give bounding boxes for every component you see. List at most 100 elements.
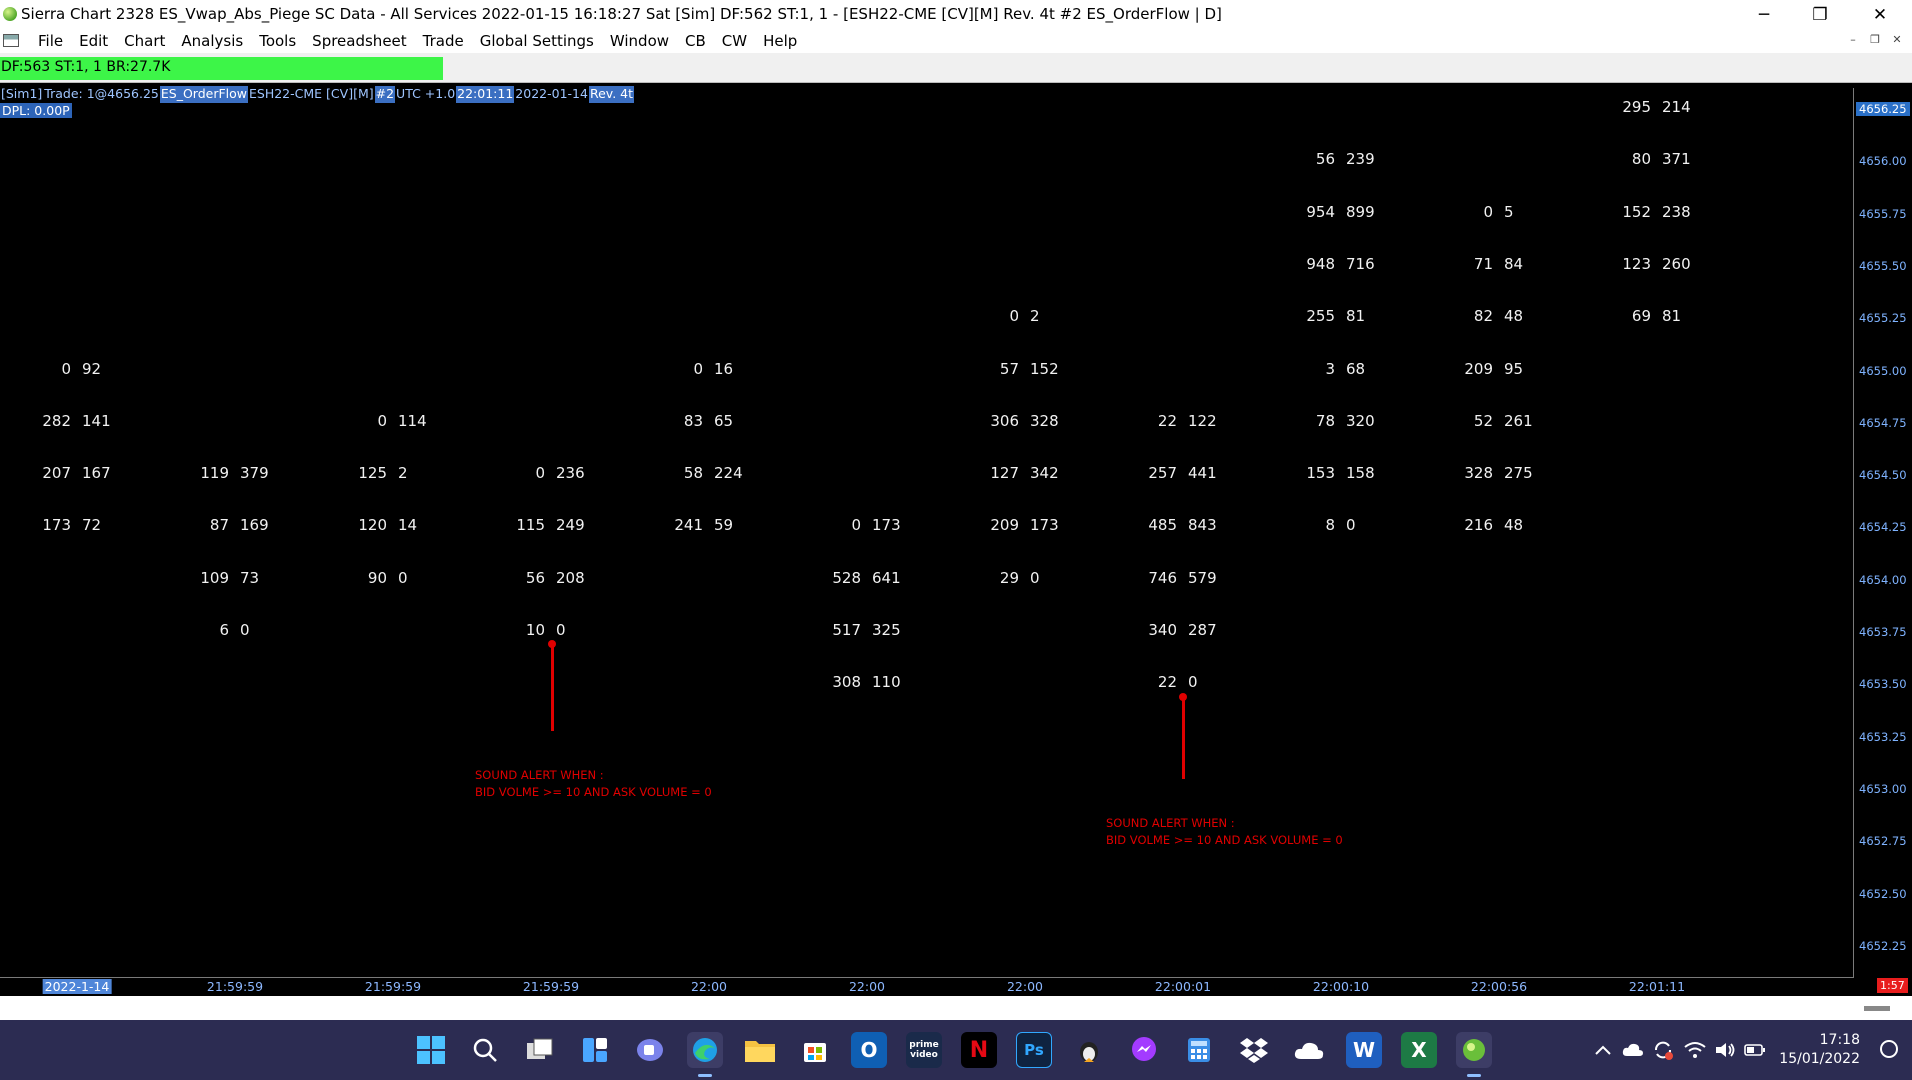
- bid-volume: 69: [1631, 307, 1651, 326]
- mdi-minimize-button[interactable]: –: [1844, 33, 1862, 49]
- ask-volume: 81: [1346, 307, 1366, 326]
- footprint-cell: 0 114: [349, 412, 427, 430]
- messenger-icon[interactable]: [1126, 1032, 1162, 1068]
- minimize-button[interactable]: ─: [1736, 0, 1792, 29]
- wifi-icon[interactable]: [1684, 1020, 1706, 1080]
- teams-chat-icon[interactable]: [632, 1032, 668, 1068]
- trade-label: Trade: 1@4656.25: [44, 86, 159, 101]
- widgets-icon[interactable]: [577, 1032, 613, 1068]
- excel-icon[interactable]: X: [1401, 1032, 1437, 1068]
- ask-volume: 641: [872, 568, 901, 587]
- dropbox-icon[interactable]: [1236, 1032, 1272, 1068]
- ask-volume: 287: [1188, 621, 1217, 639]
- menu-help[interactable]: Help: [755, 32, 805, 50]
- menu-chart[interactable]: Chart: [116, 32, 173, 50]
- bid-volume: 80: [1631, 150, 1651, 169]
- close-button[interactable]: ✕: [1852, 0, 1908, 29]
- ask-volume: 173: [872, 516, 901, 535]
- edge-icon[interactable]: [687, 1032, 723, 1068]
- study-name-label[interactable]: ES_OrderFlow: [159, 86, 248, 103]
- tux-icon[interactable]: [1071, 1032, 1107, 1068]
- price-tick-label: 4655.75: [1859, 206, 1907, 221]
- price-tick-label: 4654.25: [1859, 520, 1907, 535]
- horizontal-scroll-thumb[interactable]: [1864, 1006, 1890, 1011]
- bid-volume: 328: [1464, 464, 1493, 483]
- taskbar-clock[interactable]: 17:18 15/01/2022: [1779, 1031, 1860, 1069]
- ask-volume: 716: [1346, 254, 1375, 273]
- bid-volume: 0: [535, 464, 545, 483]
- ask-volume: 48: [1504, 516, 1524, 535]
- notification-center-icon[interactable]: [1880, 1040, 1898, 1058]
- cloud-tray-icon[interactable]: [1622, 1020, 1644, 1080]
- bid-volume: 29: [999, 568, 1019, 587]
- menu-edit[interactable]: Edit: [71, 32, 116, 50]
- ask-volume: 48: [1504, 307, 1524, 326]
- mdi-restore-button[interactable]: ❐: [1866, 33, 1884, 49]
- calculator-icon[interactable]: [1181, 1032, 1217, 1068]
- price-tick-label: 4654.00: [1859, 572, 1907, 587]
- menu-trade[interactable]: Trade: [415, 32, 472, 50]
- bid-volume: 120: [358, 516, 387, 535]
- ask-volume: 73: [240, 568, 260, 587]
- menu-global-settings[interactable]: Global Settings: [472, 32, 602, 50]
- footprint-cell: 109 73: [191, 569, 269, 587]
- menu-analysis[interactable]: Analysis: [173, 32, 251, 50]
- word-icon[interactable]: W: [1346, 1032, 1382, 1068]
- footprint-cell: 22 122: [1139, 412, 1217, 430]
- alert-arrow: [551, 644, 554, 731]
- bar-date-label: 2022-01-14: [515, 86, 588, 101]
- menu-cb[interactable]: CB: [677, 32, 714, 50]
- footprint-cell: 257 441: [1139, 464, 1217, 482]
- footprint-cell: 120 14: [349, 516, 427, 534]
- chart-number-label: #2: [374, 86, 396, 103]
- footprint-cell: 87 169: [191, 516, 269, 534]
- store-icon[interactable]: [797, 1032, 833, 1068]
- menu-spreadsheet[interactable]: Spreadsheet: [304, 32, 414, 50]
- bar-period-label: Rev. 4t: [588, 86, 634, 103]
- time-tick-label: 22:00: [848, 979, 886, 994]
- menu-file[interactable]: File: [30, 32, 71, 50]
- footprint-cell: 83 65: [665, 412, 743, 430]
- bid-volume: 241: [674, 516, 703, 535]
- menu-tools[interactable]: Tools: [251, 32, 304, 50]
- bid-volume: 22: [1157, 673, 1177, 692]
- bid-volume: 71: [1473, 254, 1493, 273]
- battery-icon[interactable]: [1744, 1020, 1766, 1080]
- ask-volume: 141: [82, 411, 111, 430]
- prime-video-icon[interactable]: prime video: [906, 1032, 942, 1068]
- restore-button[interactable]: ❐: [1792, 0, 1848, 29]
- bid-volume: 0: [851, 516, 861, 535]
- chart-window-icon[interactable]: [3, 34, 19, 47]
- mdi-close-button[interactable]: ✕: [1888, 33, 1906, 49]
- bid-volume: 109: [200, 568, 229, 587]
- volume-icon[interactable]: [1714, 1020, 1736, 1080]
- ask-volume: 320: [1346, 411, 1375, 430]
- ask-volume: 2: [1030, 307, 1040, 326]
- bid-volume: 153: [1306, 464, 1335, 483]
- show-hidden-icons-icon[interactable]: [1594, 1020, 1612, 1080]
- bid-volume: 0: [1483, 202, 1493, 221]
- netflix-icon[interactable]: N: [961, 1032, 997, 1068]
- bid-volume: 10: [525, 621, 545, 639]
- bid-volume: 308: [832, 673, 861, 692]
- task-view-icon[interactable]: [522, 1032, 558, 1068]
- search-icon[interactable]: [467, 1032, 503, 1068]
- menu-cw[interactable]: CW: [714, 32, 755, 50]
- menu-items: File Edit Chart Analysis Tools Spreadsheet Tra…: [30, 32, 805, 50]
- photoshop-icon[interactable]: Ps: [1016, 1032, 1052, 1068]
- sync-tray-icon[interactable]: [1652, 1020, 1674, 1080]
- windows-start-icon[interactable]: [413, 1032, 449, 1068]
- price-tick-label: 4655.50: [1859, 258, 1907, 273]
- ask-volume: 0: [1346, 516, 1356, 535]
- onedrive-icon[interactable]: [1291, 1032, 1327, 1068]
- status-indicator: DF:563 ST:1, 1 BR:27.7K: [0, 57, 443, 80]
- ask-volume: 441: [1188, 464, 1217, 483]
- outlook-icon[interactable]: O: [851, 1032, 887, 1068]
- menu-window[interactable]: Window: [602, 32, 677, 50]
- sierra-chart-icon[interactable]: [1456, 1032, 1492, 1068]
- footprint-cell: 52 261: [1455, 412, 1533, 430]
- alert-line-2: BID VOLME >= 10 AND ASK VOLUME = 0: [475, 785, 712, 799]
- chart-area[interactable]: [Sim1] Trade: 1@4656.25 ES_OrderFlow ESH…: [0, 84, 1912, 996]
- file-explorer-icon[interactable]: [742, 1032, 778, 1068]
- footprint-cell: 69 81: [1613, 307, 1691, 325]
